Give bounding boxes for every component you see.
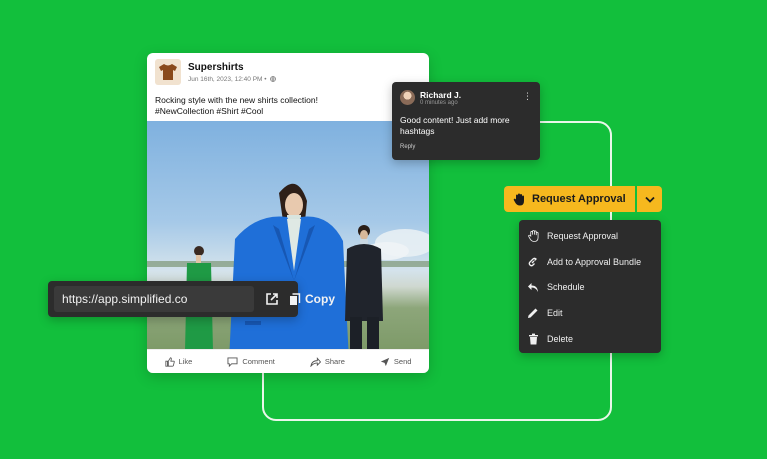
- like-button[interactable]: Like: [164, 356, 193, 367]
- comment-button[interactable]: Comment: [227, 356, 275, 367]
- like-label: Like: [178, 357, 193, 366]
- brand-logo: [155, 59, 181, 85]
- share-label: Share: [324, 357, 345, 366]
- menu-item-schedule[interactable]: Schedule: [519, 275, 661, 301]
- comment-bubble-icon: [227, 356, 238, 367]
- menu-item-label: Schedule: [547, 282, 585, 293]
- chevron-down-icon: [644, 196, 655, 203]
- comment-timestamp: 0 minutes ago: [420, 100, 458, 106]
- send-label: Send: [393, 357, 412, 366]
- share-link-bar: Copy: [48, 281, 335, 317]
- social-post-card: Supershirts Jun 16th, 2023, 12:40 PM • R…: [147, 53, 429, 373]
- share-button[interactable]: Share: [310, 356, 345, 367]
- comment-author: Richard J.: [420, 90, 462, 100]
- approval-dropdown-toggle[interactable]: [637, 186, 662, 212]
- external-link-icon: [266, 293, 278, 305]
- link-icon: [527, 256, 539, 268]
- send-button[interactable]: Send: [380, 357, 412, 367]
- link-url-field[interactable]: [54, 286, 254, 312]
- more-options-icon[interactable]: ⋮: [523, 92, 532, 101]
- copy-button[interactable]: Copy: [289, 286, 335, 312]
- hand-icon: [513, 193, 524, 205]
- comment-text: Good content! Just add more hashtags: [400, 115, 510, 136]
- paper-plane-icon: [380, 357, 390, 366]
- avatar: [400, 90, 415, 105]
- post-photo: [147, 121, 429, 373]
- hand-icon: [527, 229, 539, 242]
- copy-icon: [290, 292, 301, 305]
- menu-item-edit[interactable]: Edit: [519, 300, 661, 326]
- approval-actions-menu: Request Approval Add to Approval Bundle …: [519, 220, 661, 353]
- menu-item-label: Delete: [547, 334, 574, 345]
- post-actions-bar: Like Comment Share Send: [147, 349, 429, 373]
- post-header: Supershirts Jun 16th, 2023, 12:40 PM •: [155, 59, 276, 85]
- pencil-icon: [527, 307, 539, 319]
- menu-item-add-to-bundle[interactable]: Add to Approval Bundle: [519, 249, 661, 275]
- copy-label: Copy: [305, 292, 335, 306]
- caption-text: Rocking style with the new shirts collec…: [155, 95, 318, 105]
- globe-icon: [269, 76, 276, 82]
- reply-link[interactable]: Reply: [400, 144, 415, 150]
- menu-item-label: Edit: [547, 308, 563, 319]
- open-link-button[interactable]: [262, 289, 282, 309]
- thumbs-up-icon: [164, 356, 175, 367]
- caption-hashtags: #NewCollection #Shirt #Cool: [155, 106, 264, 116]
- shirt-icon: [159, 64, 177, 80]
- brand-name[interactable]: Supershirts: [188, 62, 276, 74]
- comment-popup: Richard J. 0 minutes ago ⋮ Good content!…: [392, 82, 540, 160]
- menu-item-delete[interactable]: Delete: [519, 326, 661, 352]
- request-approval-label: Request Approval: [532, 193, 626, 205]
- comment-label: Comment: [242, 357, 275, 366]
- reply-arrow-icon: [527, 281, 539, 293]
- menu-item-label: Add to Approval Bundle: [547, 256, 642, 267]
- trash-icon: [527, 333, 539, 345]
- post-caption: Rocking style with the new shirts collec…: [155, 95, 425, 117]
- menu-item-label: Request Approval: [547, 230, 619, 241]
- fashion-photo-illustration: [147, 183, 429, 361]
- post-date: Jun 16th, 2023, 12:40 PM •: [188, 76, 276, 83]
- request-approval-split-button: Request Approval: [504, 186, 662, 212]
- post-date-text: Jun 16th, 2023, 12:40 PM •: [188, 75, 267, 83]
- share-arrow-icon: [310, 356, 321, 367]
- request-approval-button[interactable]: Request Approval: [504, 186, 635, 212]
- menu-item-request-approval[interactable]: Request Approval: [519, 223, 661, 249]
